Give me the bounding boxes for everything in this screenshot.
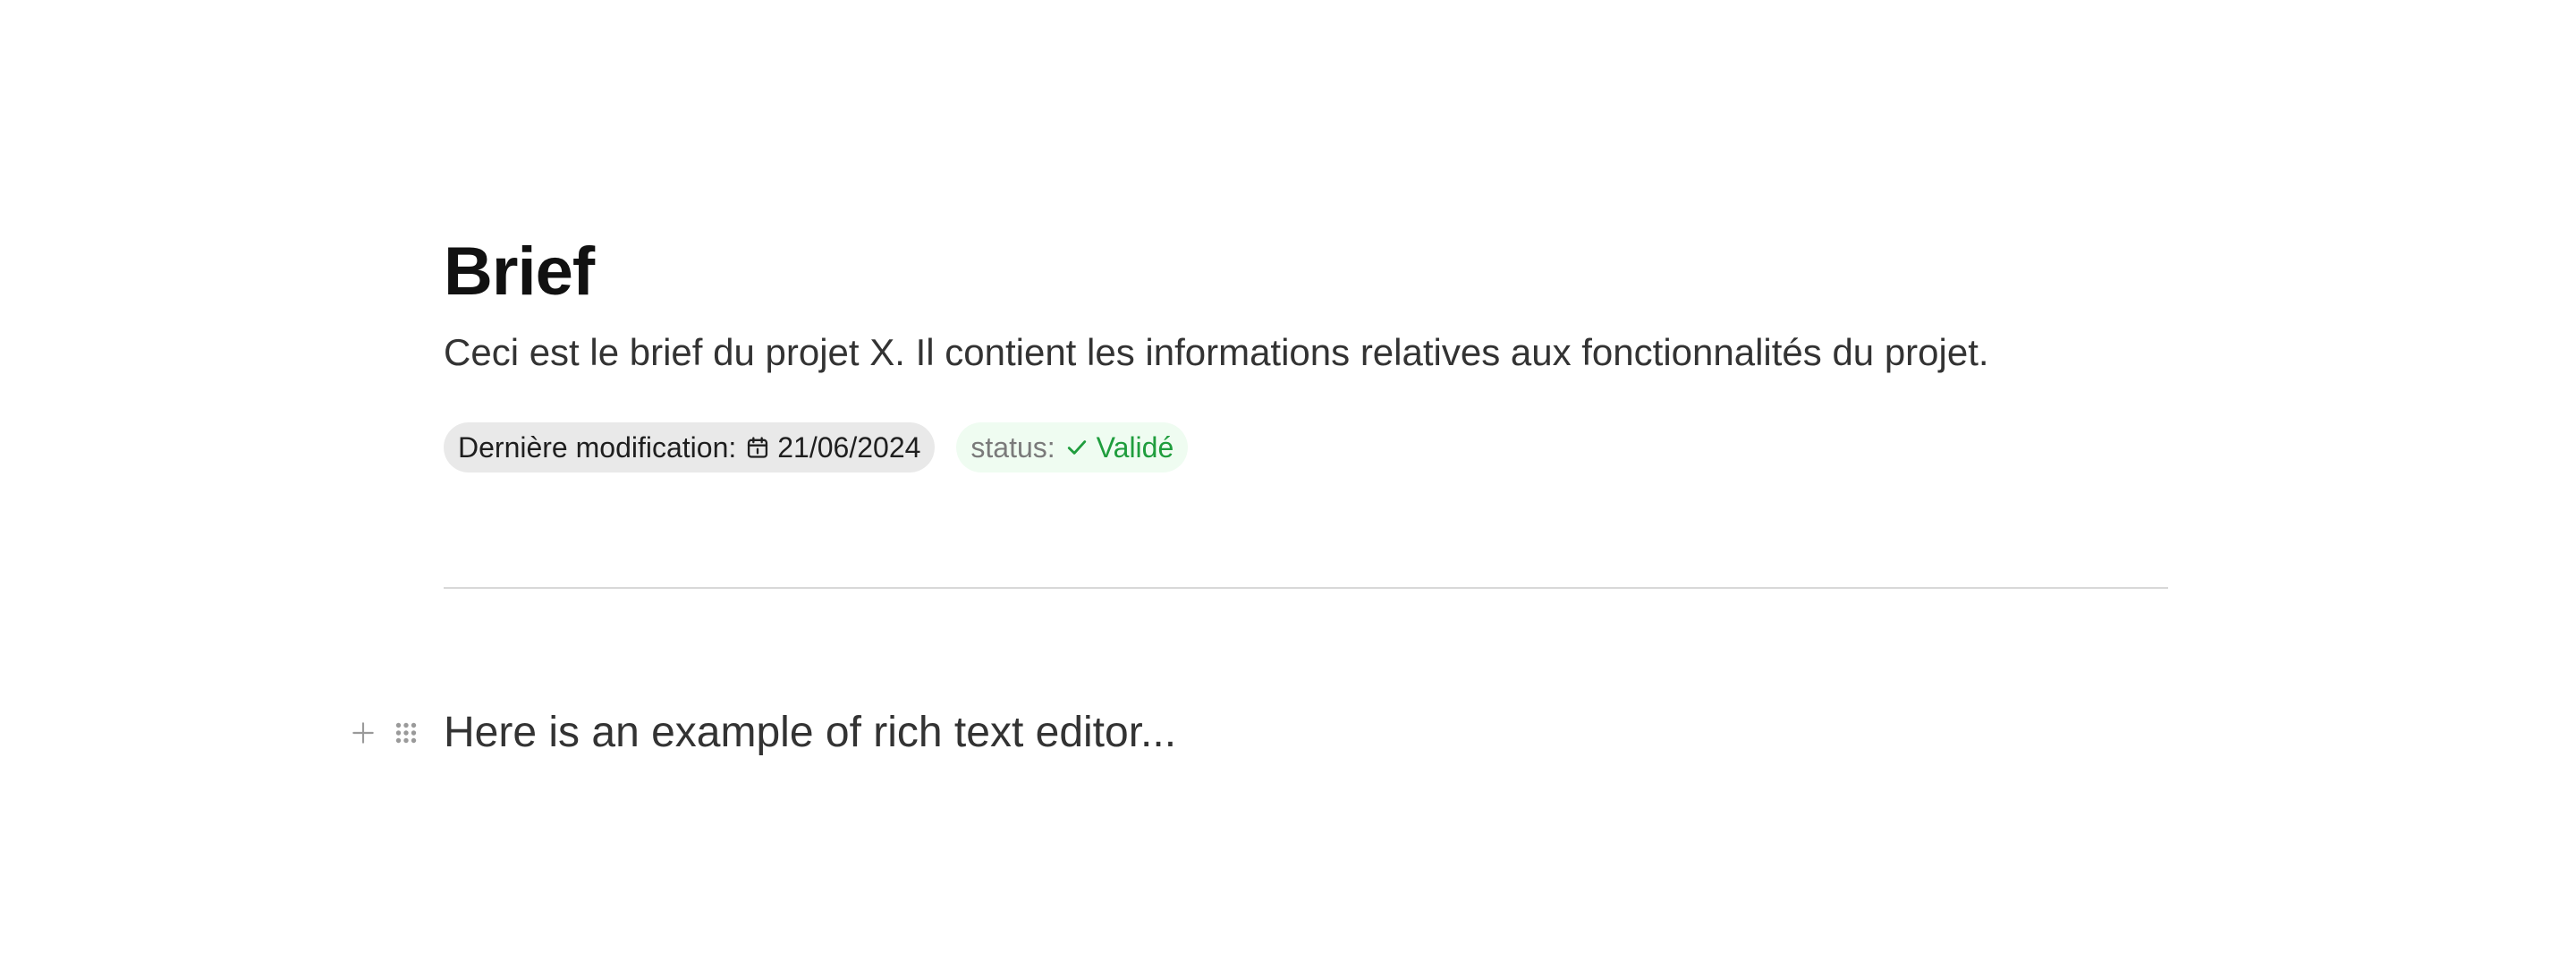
editor-block: Here is an example of rich text editor..… bbox=[345, 703, 1176, 762]
document: Brief Ceci est le brief du projet X. Il … bbox=[444, 234, 2168, 589]
calendar-icon bbox=[745, 435, 770, 460]
page-title[interactable]: Brief bbox=[444, 234, 2168, 310]
rich-text-editor[interactable]: Here is an example of rich text editor..… bbox=[444, 703, 1176, 762]
page-description[interactable]: Ceci est le brief du projet X. Il contie… bbox=[444, 329, 2168, 376]
status-value: Validé bbox=[1096, 430, 1174, 464]
status-badge[interactable]: status: Validé bbox=[956, 422, 1189, 472]
meta-row: Dernière modification: 21/06/2024 status… bbox=[444, 422, 2168, 472]
last-modified-badge[interactable]: Dernière modification: 21/06/2024 bbox=[444, 422, 936, 472]
last-modified-date: 21/06/2024 bbox=[777, 430, 921, 464]
status-label: status: bbox=[970, 430, 1055, 464]
check-icon bbox=[1064, 435, 1089, 460]
plus-icon[interactable] bbox=[345, 715, 381, 751]
divider bbox=[444, 587, 2168, 589]
block-controls bbox=[345, 715, 444, 751]
drag-handle-icon[interactable] bbox=[388, 715, 424, 751]
last-modified-label: Dernière modification: bbox=[458, 430, 737, 464]
